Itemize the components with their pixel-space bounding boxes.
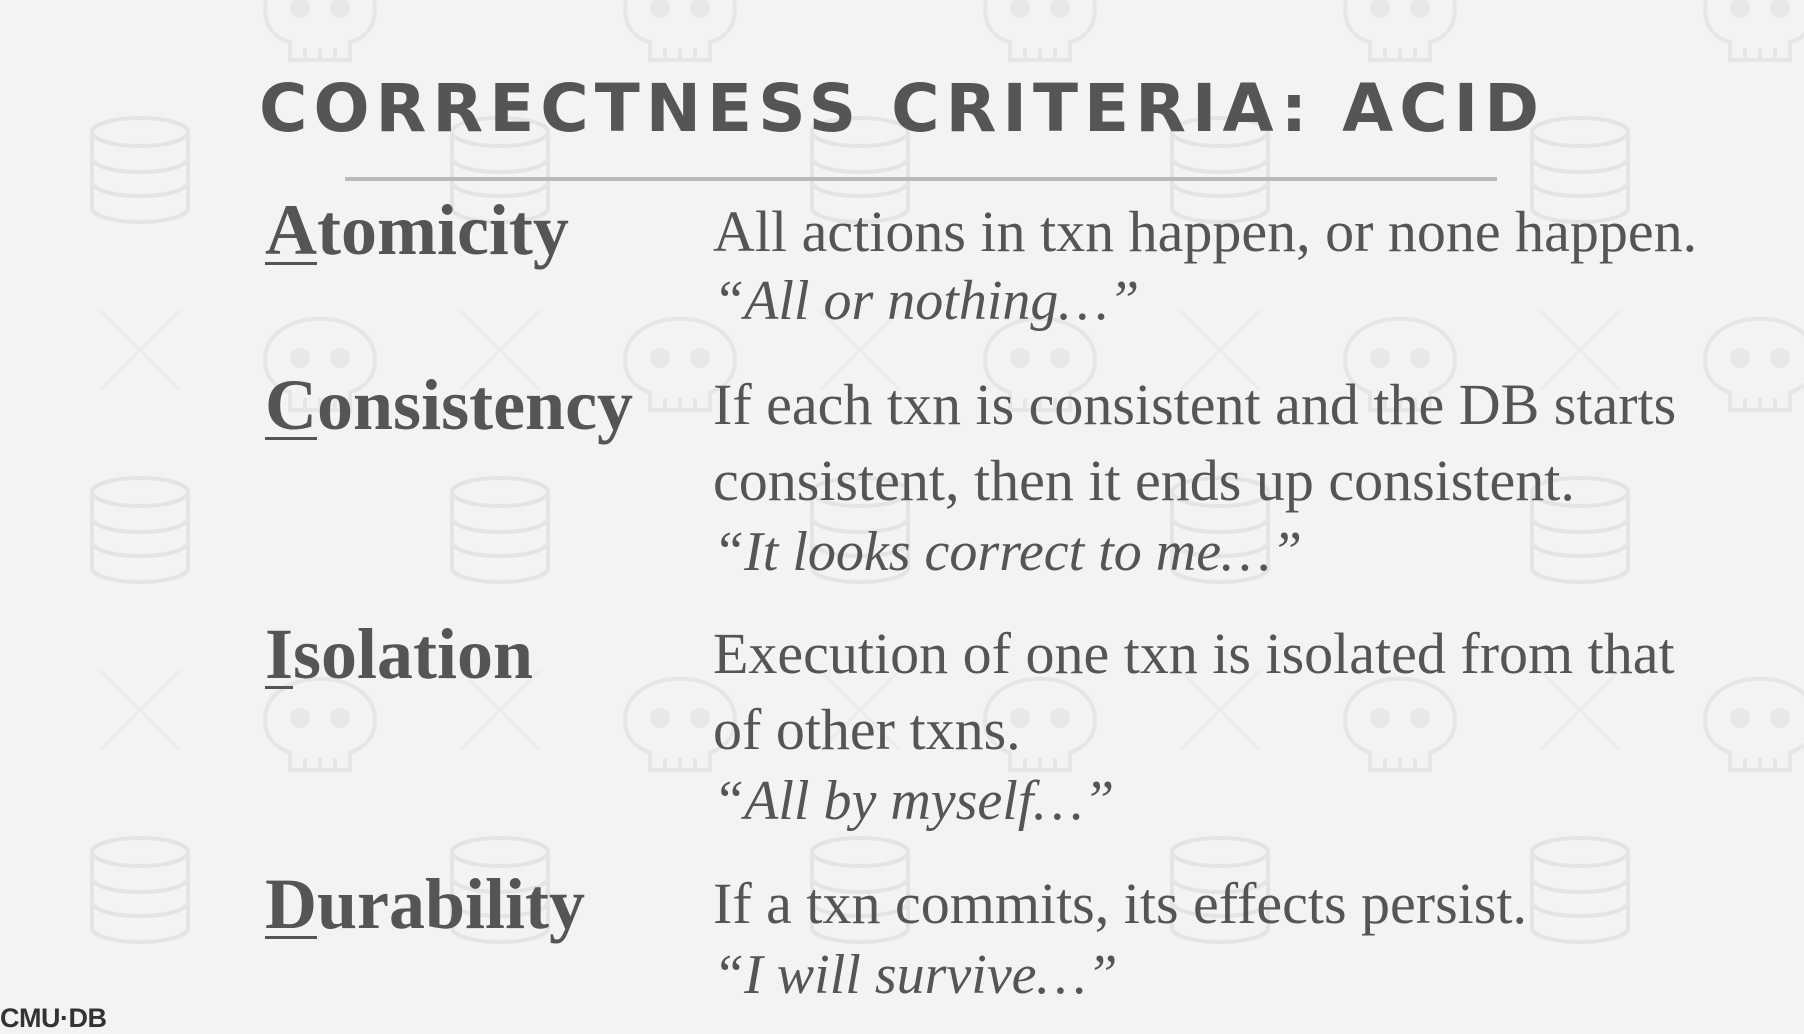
term-initial: C [265, 365, 317, 445]
definition-isolation-line-1: Execution of one txn is isolated from th… [713, 621, 1675, 686]
term-rest: urability [317, 864, 586, 944]
skull-icon-row-0 [263, 0, 1804, 62]
page-title: CORRECTNESS CRITERIA: ACID [259, 70, 1545, 147]
definition-durability-line-1: If a txn commits, its effects persist. [713, 871, 1527, 936]
term-atomicity: Atomicity [265, 190, 569, 270]
definition-atomicity-line-1: All actions in txn happen, or none happe… [713, 199, 1698, 264]
term-rest: tomicity [317, 190, 569, 270]
term-initial: I [265, 614, 294, 694]
quote-atomicity: “All or nothing…” [713, 270, 1140, 332]
title-divider [345, 177, 1497, 181]
definition-isolation-line-2: of other txns. [713, 697, 1021, 762]
term-consistency: Consistency [265, 365, 633, 445]
definition-consistency-line-1: If each txn is consistent and the DB sta… [713, 372, 1677, 437]
definition-consistency-line-2: consistent, then it ends up consistent. [713, 448, 1575, 513]
quote-durability: “I will survive…” [713, 944, 1118, 1006]
term-initial: A [265, 190, 317, 270]
term-durability: Durability [265, 864, 585, 944]
cmu-db-logo: CMU·DB [0, 1003, 107, 1033]
term-initial: D [265, 864, 317, 944]
term-isolation: Isolation [265, 614, 533, 694]
term-rest: onsistency [317, 365, 634, 445]
term-rest: solation [293, 614, 534, 694]
quote-isolation: “All by myself…” [713, 770, 1115, 832]
quote-consistency: “It looks correct to me…” [713, 521, 1302, 583]
slide: CORRECTNESS CRITERIA: ACID Atomicity All… [0, 0, 1804, 1034]
